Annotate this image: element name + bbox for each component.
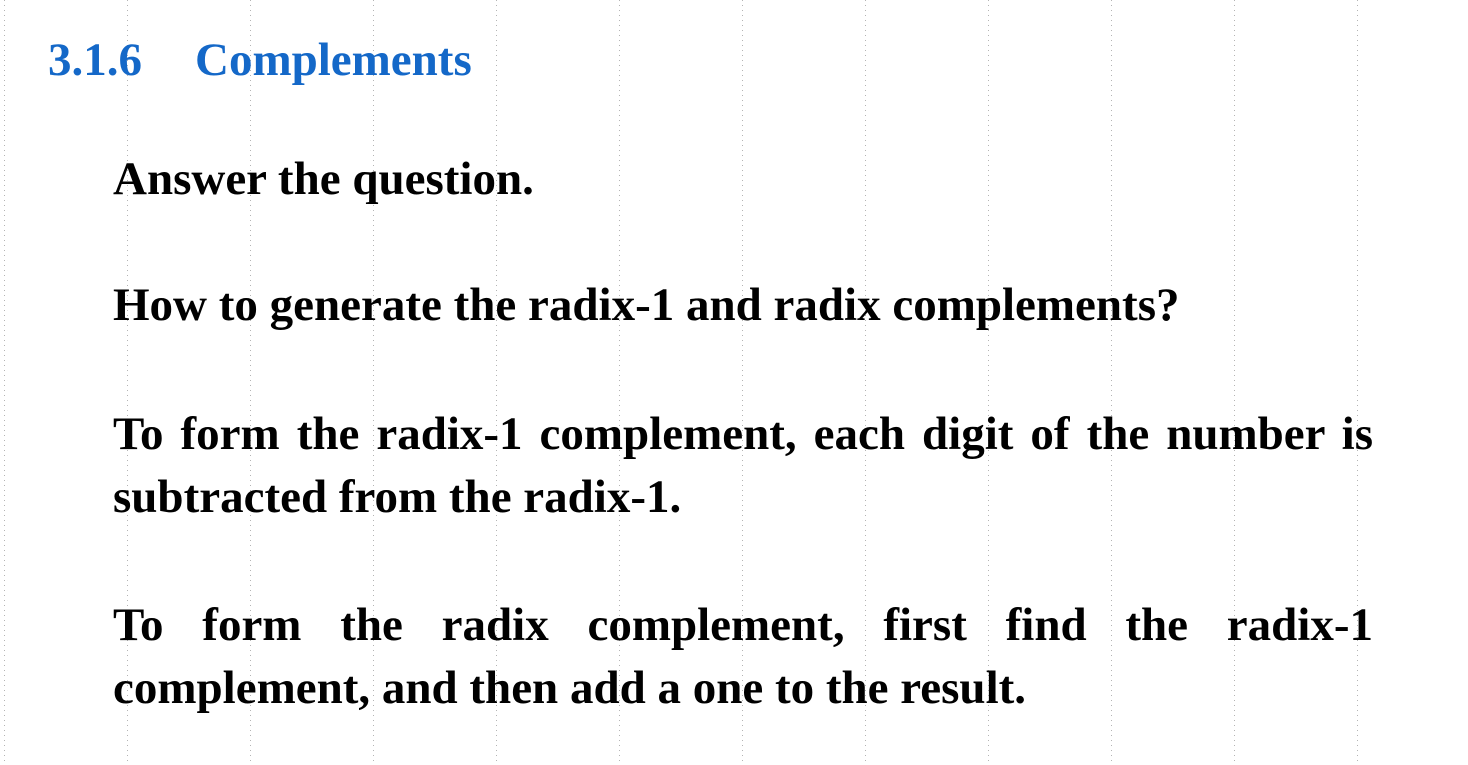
- answer-radix-complement: To form the radix complement, first find…: [113, 599, 1373, 714]
- section-heading: 3.1.6 Complements: [48, 30, 472, 90]
- slide: 3.1.6 Complements Answer the question. Ho…: [0, 0, 1468, 765]
- section-number: 3.1.6: [48, 34, 142, 86]
- section-title: Complements: [195, 34, 472, 86]
- question-text: How to generate the radix-1 and radix co…: [113, 279, 1180, 331]
- answer-radix-minus-1-complement: To form the radix-1 complement, each dig…: [113, 408, 1373, 523]
- prompt-text: Answer the question.: [113, 153, 534, 205]
